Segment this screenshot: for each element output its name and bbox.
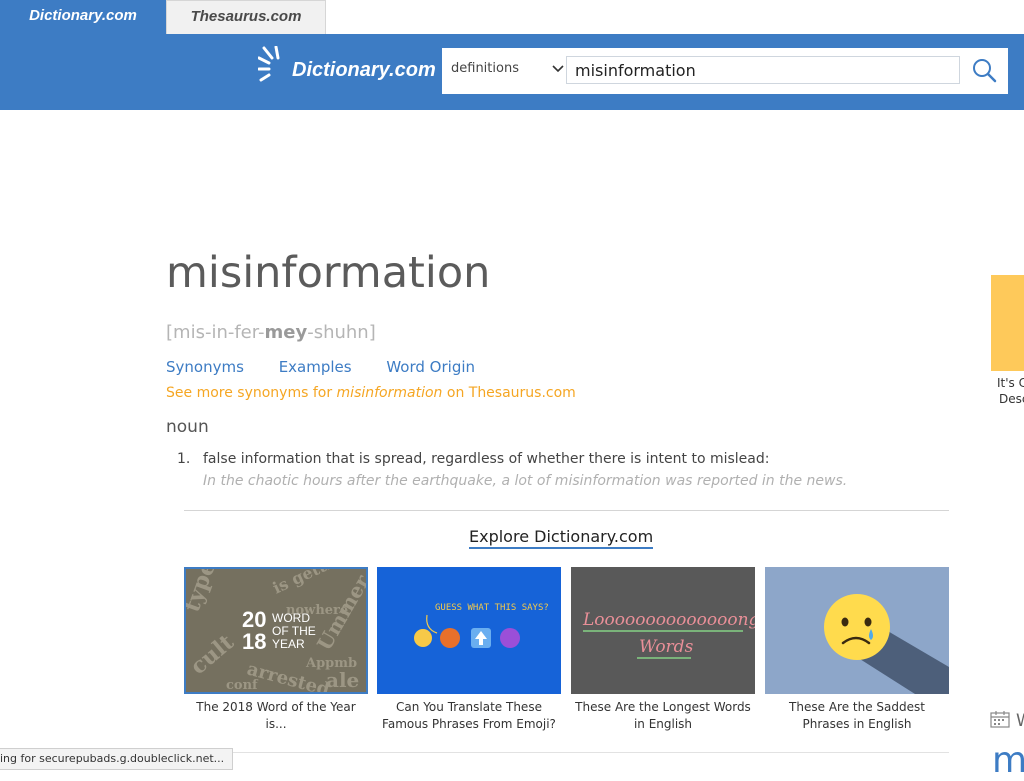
card-caption: These Are the Longest Words in English [575,700,751,731]
emoji-row-icons [414,628,520,648]
svg-text:ale: ale [326,668,359,692]
pronunciation: [mis-in-fer-mey-shuhn] [166,322,376,343]
search-icon [973,59,997,83]
explore-card-emoji[interactable]: GUESS WHAT THIS SAYS? Can You Translate … [377,567,561,733]
logo-text: Dictionary.com [292,59,436,81]
card-caption: These Are the Saddest Phrases in English [789,700,925,731]
sidebar-word-partial[interactable]: m [992,740,1024,781]
word-origin-link[interactable]: Word Origin [386,358,475,376]
tab-thesaurus[interactable]: Thesaurus.com [166,0,326,34]
examples-link[interactable]: Examples [279,358,352,376]
svg-text:conf: conf [226,678,259,692]
sidebar-ad-title[interactable]: It's C [997,376,1024,390]
tab-dictionary[interactable]: Dictionary.com [0,0,166,34]
search-bar: definitions [442,48,1008,94]
sidebar-ad-image[interactable] [991,275,1024,371]
see-more-synonyms-link[interactable]: See more synonyms for misinformation on … [166,385,576,401]
svg-text:OF THE: OF THE [272,624,316,638]
chevron-down-icon [551,48,565,107]
definition-text: false information that is spread, regard… [203,451,770,467]
explore-heading[interactable]: Explore Dictionary.com [469,527,654,549]
search-type-label: definitions [451,61,519,76]
svg-text:GUESS WHAT THIS SAYS?: GUESS WHAT THIS SAYS? [435,603,549,613]
card-thumbnail: Loooooooooooooong Words [571,567,755,694]
svg-text:WORD: WORD [272,611,310,625]
section-divider [184,752,949,753]
svg-text:YEAR: YEAR [272,637,305,651]
definition-number: 1. [177,451,191,467]
browser-status-bar: ing for securepubads.g.doubleclick.net..… [0,748,234,770]
card-thumbnail: type is getting nowhere Ummer cult arres… [184,567,368,694]
emoji-quiz-image: GUESS WHAT THIS SAYS? [414,603,549,648]
svg-text:18: 18 [242,629,266,654]
svg-text:Words: Words [639,637,694,657]
section-divider [184,510,949,511]
svg-text:Loooooooooooooong: Loooooooooooooong [582,610,755,630]
search-input[interactable] [566,56,960,84]
search-type-dropdown[interactable]: definitions [451,48,564,94]
headword: misinformation [166,248,491,298]
site-logo[interactable]: Dictionary.com [258,46,436,94]
definition-example: In the chaotic hours after the earthquak… [203,473,848,489]
longest-words-image: Loooooooooooooong Words [582,610,755,659]
sidebar-ad-subtitle: Desc [999,392,1024,406]
card-caption: The 2018 Word of the Year is... [196,700,356,731]
site-header: Dictionary.com definitions [0,34,1024,110]
explore-card-word-of-year[interactable]: type is getting nowhere Ummer cult arres… [184,567,368,733]
explore-card-longest-words[interactable]: Loooooooooooooong Words These Are the Lo… [571,567,755,733]
sidebar-heading-partial: W [1016,711,1024,731]
stressed-syllable: mey [264,322,308,343]
calendar-icon [990,710,1010,732]
svg-text:type: type [186,569,221,615]
newspaper-collage-image: type is getting nowhere Ummer cult arres… [186,569,366,692]
entry-links: Synonyms Examples Word Origin [166,358,505,376]
card-thumbnail [765,567,949,694]
card-thumbnail: GUESS WHAT THIS SAYS? [377,567,561,694]
svg-text:cult: cult [186,629,240,680]
synonyms-link[interactable]: Synonyms [166,358,244,376]
site-tabs: Dictionary.com Thesaurus.com [0,0,1024,34]
search-button[interactable] [968,54,1002,88]
part-of-speech: noun [166,417,209,437]
card-caption: Can You Translate These Famous Phrases F… [382,700,556,731]
sad-face-icon [824,594,949,694]
explore-card-saddest-phrases[interactable]: These Are the Saddest Phrases in English [765,567,949,733]
